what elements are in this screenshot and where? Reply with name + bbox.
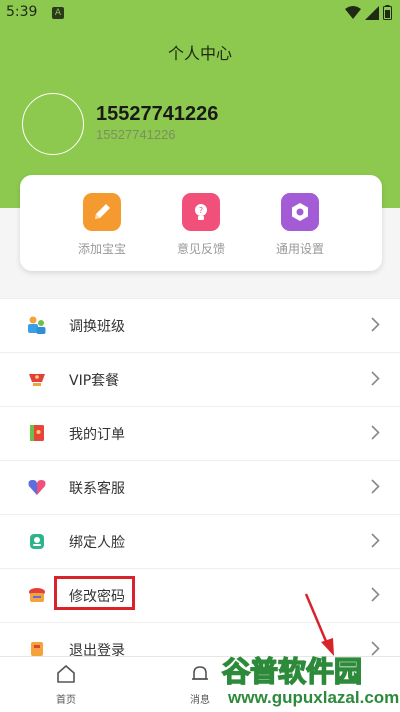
page-title: 个人中心: [167, 44, 232, 63]
nav-messages[interactable]: 消息: [170, 663, 230, 706]
signal-icon: [365, 5, 379, 20]
heart-support-icon: [28, 480, 46, 495]
quick-settings[interactable]: 通用设置: [240, 193, 360, 257]
quick-settings-label: 通用设置: [275, 242, 324, 256]
watermark-url: www.gupuxlazal.com: [228, 688, 400, 707]
menu-item-label: VIP套餐: [69, 373, 120, 389]
menu-item-change-password[interactable]: 修改密码: [0, 568, 400, 622]
vip-cup-icon: [29, 374, 45, 386]
menu-list: 调换班级 VIP套餐 我的订单 联系客服 绑定人脸 修改密码 退出登录: [0, 298, 400, 676]
lightbulb-icon: ?: [182, 193, 220, 231]
status-icons: [345, 5, 392, 20]
svg-text:?: ?: [199, 206, 203, 215]
status-time: 5:39: [6, 4, 38, 20]
menu-item-label: 绑定人脸: [69, 535, 125, 551]
chevron-right-icon: [371, 533, 380, 548]
menu-item-face[interactable]: 绑定人脸: [0, 514, 400, 568]
menu-item-support[interactable]: 联系客服: [0, 460, 400, 514]
user-name: 15527741226: [96, 103, 219, 125]
battery-icon: [383, 5, 392, 20]
password-icon: [29, 588, 45, 602]
watermark: 谷普软件园 www.gupuxlazal.com: [221, 650, 400, 711]
status-bar: 5:39 A: [0, 0, 400, 26]
highlight-box: [54, 576, 135, 610]
chevron-right-icon: [371, 425, 380, 440]
face-bind-icon: [30, 534, 44, 549]
user-subtitle: 15527741226: [96, 127, 176, 142]
pencil-icon: [83, 193, 121, 231]
order-book-icon: [30, 425, 44, 441]
avatar[interactable]: [22, 93, 84, 155]
nav-messages-label: 消息: [190, 695, 210, 706]
menu-item-vip[interactable]: VIP套餐: [0, 352, 400, 406]
menu-item-switch-class[interactable]: 调换班级: [0, 298, 400, 352]
menu-item-label: 联系客服: [69, 481, 125, 497]
gear-icon: [281, 193, 319, 231]
menu-item-label: 调换班级: [69, 319, 125, 335]
chevron-right-icon: [371, 317, 380, 332]
bell-icon: [192, 666, 208, 680]
watermark-title: 谷普软件园: [221, 654, 363, 689]
class-switch-icon: [28, 316, 46, 334]
chevron-right-icon: [371, 587, 380, 602]
notification-icon: A: [52, 7, 64, 19]
chevron-right-icon: [371, 479, 380, 494]
quick-actions-card: 添加宝宝 ? 意见反馈 通用设置: [20, 175, 382, 271]
nav-home[interactable]: 首页: [36, 663, 96, 706]
home-icon: [57, 665, 75, 683]
menu-item-label: 我的订单: [69, 427, 125, 443]
chevron-right-icon: [371, 371, 380, 386]
menu-item-orders[interactable]: 我的订单: [0, 406, 400, 460]
wifi-icon: [345, 5, 361, 19]
nav-home-label: 首页: [56, 695, 76, 706]
